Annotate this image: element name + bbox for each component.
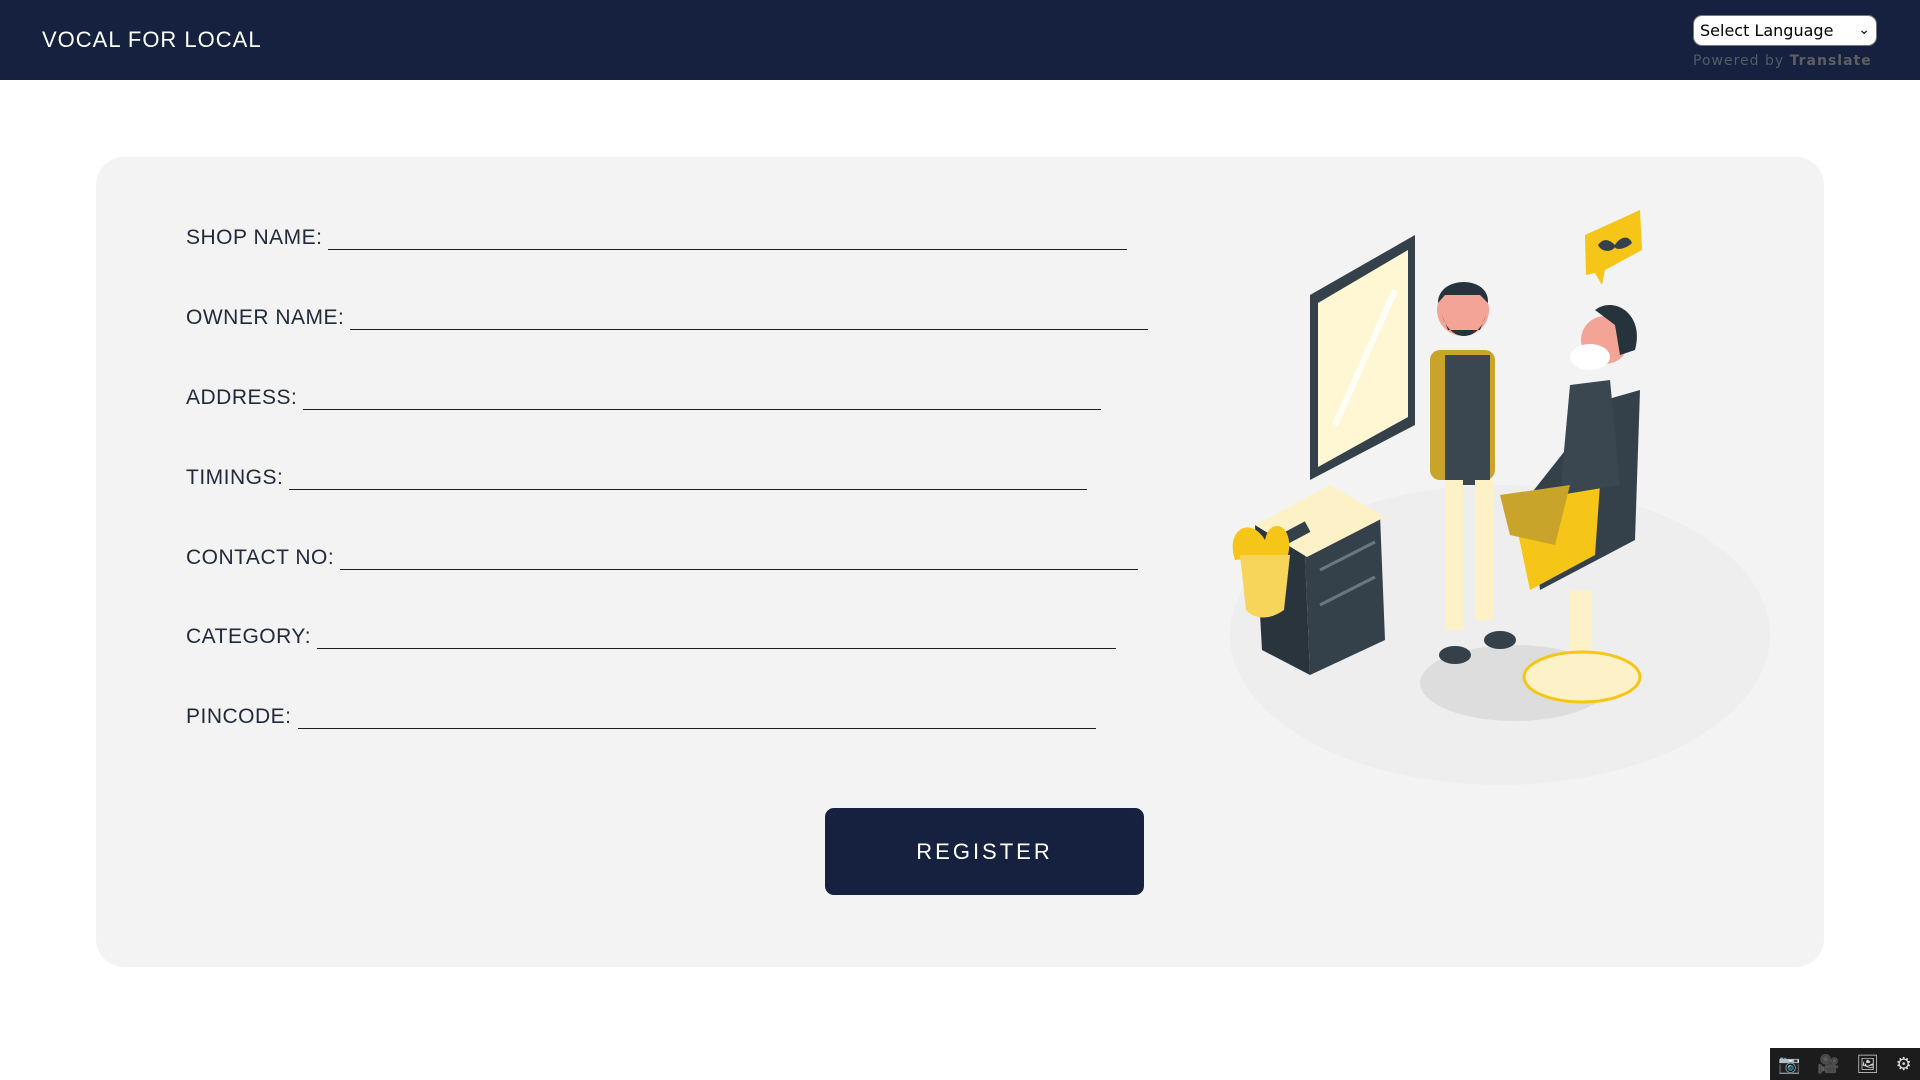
- barber-leg-left-icon: [1445, 480, 1463, 630]
- register-button[interactable]: REGISTER: [825, 808, 1144, 895]
- powered-by-text: Powered by Translate: [1693, 53, 1877, 69]
- pincode-underline: [297, 702, 1100, 729]
- pincode-input[interactable]: [297, 702, 1100, 728]
- image-icon[interactable]: 🖼: [1856, 1054, 1879, 1075]
- barber-leg-right-icon: [1475, 480, 1493, 620]
- shop-name-input[interactable]: [328, 223, 1132, 249]
- category-label: CATEGORY:: [186, 625, 312, 648]
- brand-title[interactable]: VOCAL FOR LOCAL: [42, 27, 262, 53]
- shop-name-field: SHOP NAME:: [186, 220, 1132, 250]
- contact-no-label: CONTACT NO:: [186, 546, 335, 569]
- owner-name-input[interactable]: [350, 303, 1153, 329]
- timings-label: TIMINGS:: [186, 466, 284, 489]
- camera-icon[interactable]: 📷: [1778, 1054, 1800, 1075]
- address-underline: [303, 383, 1106, 410]
- plant-pot-icon: [1240, 555, 1290, 618]
- address-field: ADDRESS:: [186, 380, 1106, 410]
- pincode-label: PINCODE:: [186, 705, 292, 728]
- address-label: ADDRESS:: [186, 386, 298, 409]
- top-navbar: VOCAL FOR LOCAL Select Language ⌄ Powere…: [0, 0, 1920, 80]
- category-underline: [317, 622, 1121, 649]
- shop-name-label: SHOP NAME:: [186, 226, 323, 249]
- language-selector: Select Language ⌄ Powered by Translate: [1693, 15, 1877, 69]
- shop-name-underline: [328, 223, 1132, 250]
- timings-input[interactable]: [289, 463, 1092, 489]
- timings-field: TIMINGS:: [186, 460, 1092, 490]
- screen-toolbar: 📷 🎥 🖼 ⚙: [1770, 1048, 1920, 1080]
- shaving-foam-icon: [1570, 344, 1610, 370]
- category-field: CATEGORY:: [186, 619, 1121, 649]
- owner-name-label: OWNER NAME:: [186, 306, 345, 329]
- language-select[interactable]: Select Language ⌄: [1693, 15, 1877, 46]
- owner-name-underline: [350, 303, 1153, 330]
- pincode-field: PINCODE:: [186, 699, 1100, 729]
- owner-name-field: OWNER NAME:: [186, 300, 1153, 330]
- chevron-down-icon: ⌄: [1858, 22, 1870, 38]
- barber-apron-icon: [1445, 355, 1490, 485]
- contact-no-field: CONTACT NO:: [186, 540, 1143, 570]
- address-input[interactable]: [303, 383, 1106, 409]
- customer-shirt-icon: [1560, 380, 1620, 495]
- category-input[interactable]: [317, 622, 1121, 648]
- gear-icon[interactable]: ⚙: [1896, 1054, 1912, 1075]
- language-select-value: Select Language: [1700, 21, 1834, 40]
- powered-by-label: Powered by: [1693, 53, 1785, 69]
- contact-no-underline: [340, 543, 1143, 570]
- video-icon[interactable]: 🎥: [1817, 1054, 1839, 1075]
- barber-shop-illustration: [1230, 210, 1770, 785]
- translate-link[interactable]: Translate: [1790, 53, 1872, 69]
- chair-base-icon: [1522, 650, 1642, 704]
- timings-underline: [289, 463, 1092, 490]
- contact-no-input[interactable]: [340, 543, 1143, 569]
